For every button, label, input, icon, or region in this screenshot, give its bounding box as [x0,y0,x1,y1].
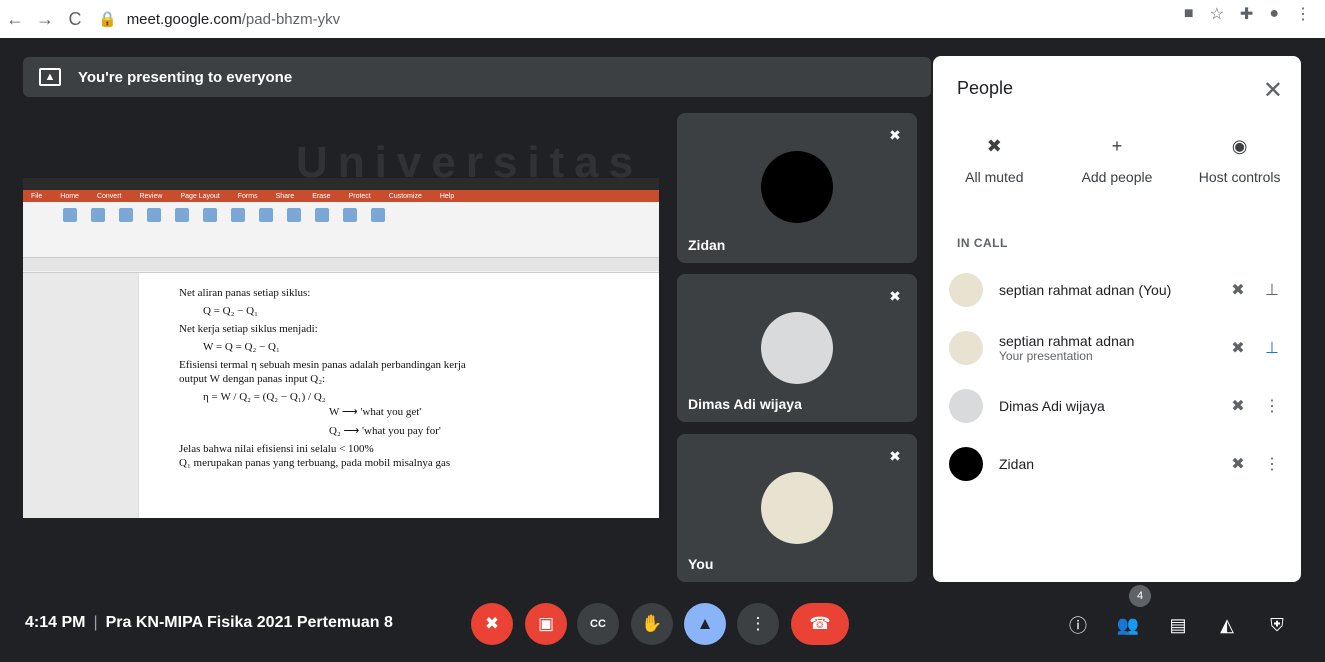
bottom-bar: 4:14 PM | Pra KN-MIPA Fisika 2021 Pertemua… [6,585,1325,662]
participant-tile-zidan[interactable]: ✖ Zidan [677,113,917,263]
pdf-document: Net aliran panas setiap siklus: Q = Q₂ −… [138,273,659,518]
tile-name: Dimas Adi wijaya [688,396,802,412]
profile-icon[interactable]: ● [1269,5,1279,23]
avatar [761,312,833,384]
url-path: /pad-bhzm-ykv [241,10,341,28]
mic-off-icon: ✖ [1231,282,1245,299]
meeting-info: 4:14 PM | Pra KN-MIPA Fisika 2021 Pertemua… [25,614,393,631]
phone-hangup-icon: ☎ [809,614,831,633]
reload-icon[interactable]: C [60,4,90,34]
people-icon[interactable]: 👥 [1114,611,1142,639]
chat-icon[interactable]: ▤ [1164,611,1192,639]
add-people-button[interactable]: + Add people [1062,136,1172,185]
toggle-icon: ◉ [1231,136,1248,156]
avatar [761,151,833,223]
participant-tile-dimas[interactable]: ✖ Dimas Adi wijaya [677,274,917,422]
banner-text: You're presenting to everyone [78,68,293,86]
avatar [949,331,983,365]
pdf-menu: File Home Convert Review Page Layout Forms Sha… [23,190,659,202]
meeting-title: Pra KN-MIPA Fisika 2021 Pertemuan 8 [105,614,393,631]
camera-off-icon: ▣ [537,614,555,633]
extensions-icon[interactable]: ✚ [1240,4,1253,24]
list-item[interactable]: Dimas Adi wijaya ✖ ⋮ [949,382,1289,430]
browser-toolbar: ← → C 🔒 meet.google.com/pad-bhzm-ykv ■ ☆… [0,0,1325,38]
list-item[interactable]: septian rahmat adnan Your presentation ✖… [949,324,1289,372]
present-icon: ▲ [696,614,714,633]
mic-off-icon: ✖ [484,614,500,633]
pin-icon[interactable]: ⊥ [1255,280,1289,300]
avatar [949,389,983,423]
mic-off-icon: ✖ [986,136,1002,156]
hand-icon: ✋ [641,614,663,633]
raise-hand-button[interactable]: ✋ [631,603,673,645]
volume-off-icon: ✖ [1231,340,1245,357]
camera-icon[interactable]: ■ [1184,5,1194,23]
list-item[interactable]: Zidan ✖ ⋮ [949,440,1289,488]
present-button[interactable]: ▲ [684,603,726,645]
clock-time: 4:14 PM [25,614,86,631]
pdf-ribbon [23,202,659,257]
star-icon[interactable]: ☆ [1210,4,1224,24]
pdf-sidebar [23,273,138,518]
mic-off-icon: ✖ [889,447,901,464]
shared-screen: File Home Convert Review Page Layout Forms Sha… [23,178,659,518]
avatar [949,273,983,307]
avatar [949,447,983,481]
activities-icon[interactable]: ◭ [1213,611,1241,639]
host-controls-button[interactable]: ◉ Host controls [1185,136,1295,185]
back-icon[interactable]: ← [0,4,30,34]
mic-off-icon: ✖ [889,126,901,143]
host-controls-icon[interactable]: ⛨ [1263,611,1291,639]
pdf-toolbar: File Home Convert Review Page Layout Forms Sha… [23,178,659,273]
participant-tile-you[interactable]: ✖ You [677,434,917,582]
mic-off-icon: ✖ [889,287,901,304]
panel-title: People [957,78,1014,98]
unpin-icon[interactable]: ⊥ [1255,338,1289,358]
meet-app: Universitas ▲ You're presenting to every… [6,38,1325,662]
captions-button[interactable]: CC [577,603,619,645]
captions-icon: CC [590,618,606,630]
close-icon[interactable]: ✕ [1263,76,1283,105]
list-item[interactable]: septian rahmat adnan (You) ✖ ⊥ [949,266,1289,314]
mic-toggle-button[interactable]: ✖ [471,603,513,645]
tile-name: Zidan [688,237,726,253]
end-call-button[interactable]: ☎ [791,603,849,645]
people-panel: People ✕ ✖ All muted + Add people ◉ Host… [933,56,1301,582]
present-icon: ▲ [39,68,61,86]
tile-name: You [688,556,714,572]
mic-off-icon: ✖ [1231,398,1245,415]
all-muted-button[interactable]: ✖ All muted [939,136,1049,185]
forward-icon[interactable]: → [30,4,60,34]
more-icon: ⋮ [749,614,767,633]
mic-off-icon: ✖ [1231,456,1245,473]
people-count-badge: 4 [1129,585,1151,607]
avatar [761,472,833,544]
more-options-button[interactable]: ⋮ [737,603,779,645]
in-call-heading: IN CALL [957,236,1008,250]
menu-icon[interactable]: ⋮ [1295,4,1311,24]
more-icon[interactable]: ⋮ [1255,454,1289,474]
more-icon[interactable]: ⋮ [1255,396,1289,416]
info-icon[interactable]: ⓘ [1064,611,1092,639]
presenting-banner: ▲ You're presenting to everyone [23,57,931,97]
lock-icon: 🔒 [98,11,117,28]
camera-toggle-button[interactable]: ▣ [525,603,567,645]
pdf-tabs [23,257,659,271]
address-bar[interactable]: 🔒 meet.google.com/pad-bhzm-ykv [98,4,340,34]
url-domain: meet.google.com [126,10,242,28]
add-person-icon: + [1111,136,1123,156]
